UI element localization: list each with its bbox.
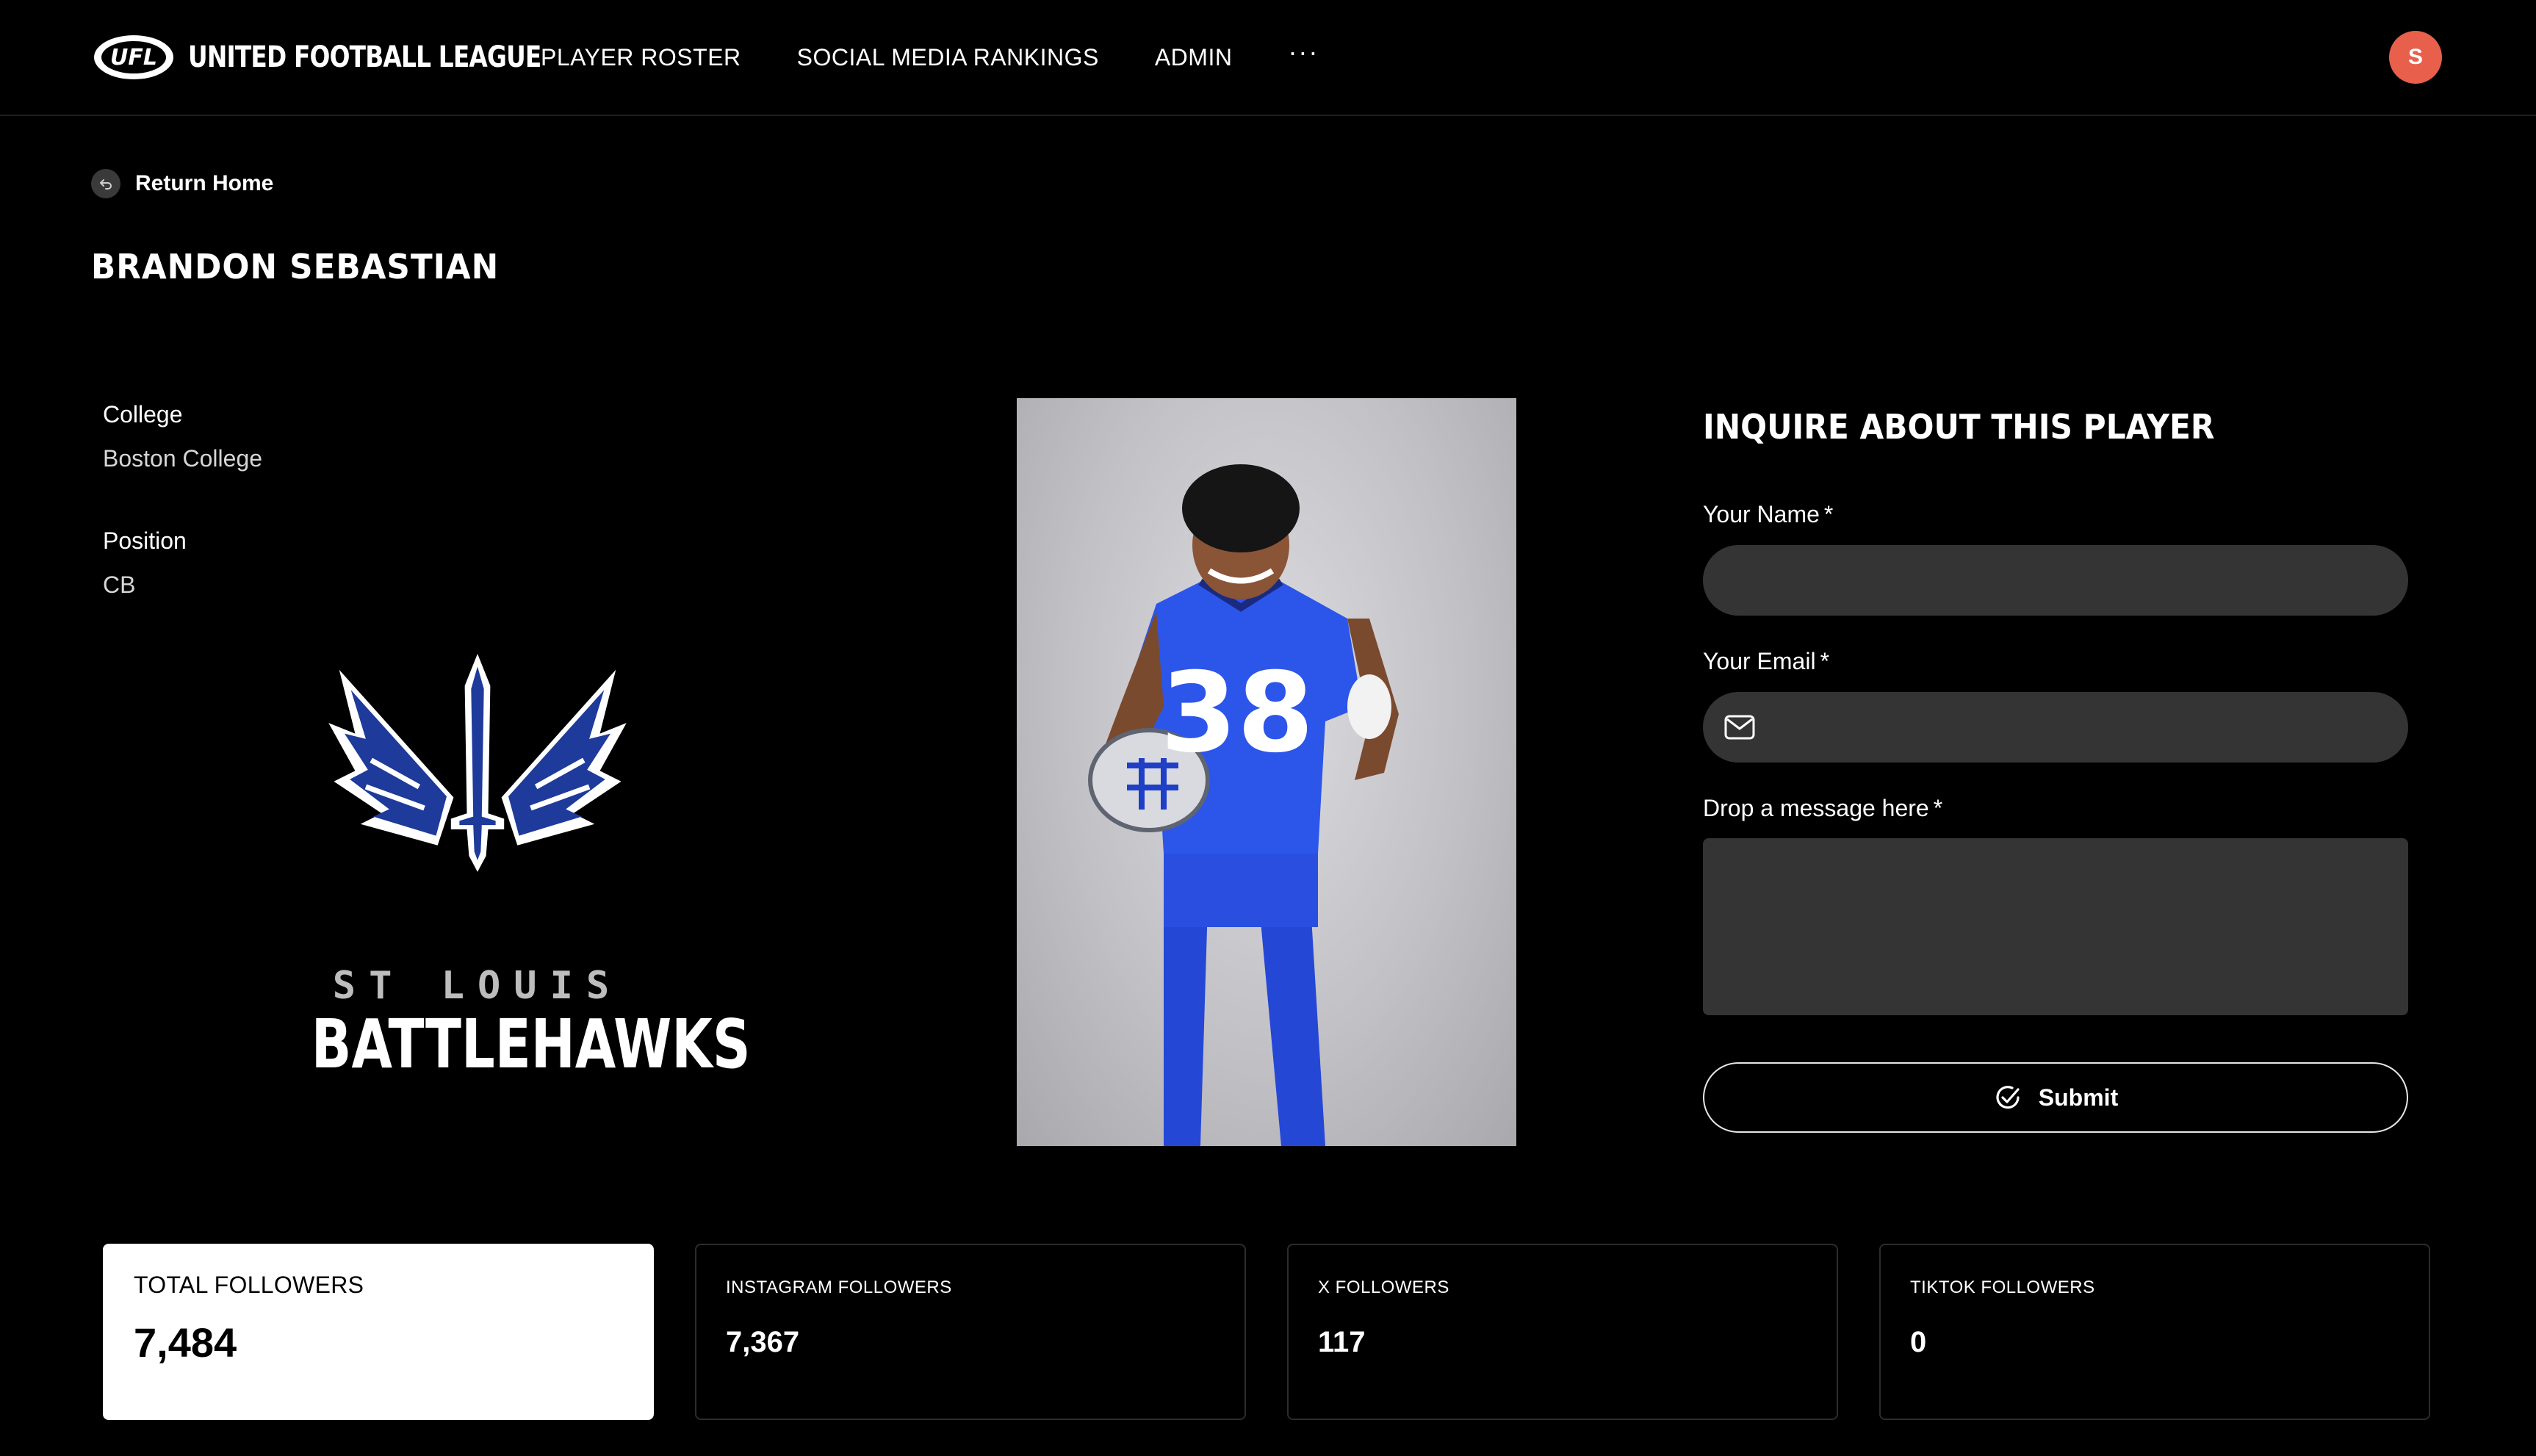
message-label: Drop a message here * <box>1703 795 1943 821</box>
tiktok-followers-card: TIKTOK FOLLOWERS 0 <box>1879 1244 2430 1420</box>
college-value: Boston College <box>103 445 263 472</box>
required-marker: * <box>1933 795 1943 821</box>
left-wing-shape <box>328 669 454 846</box>
stat-value: 7,367 <box>726 1326 800 1358</box>
email-input[interactable] <box>1703 692 2408 763</box>
return-arrow-icon <box>91 169 120 198</box>
position-value: CB <box>103 572 136 598</box>
jersey-number: 38 <box>1161 649 1314 777</box>
instagram-followers-card: INSTAGRAM FOLLOWERS 7,367 <box>695 1244 1246 1420</box>
nav-link-admin[interactable]: ADMIN <box>1155 44 1233 71</box>
user-avatar[interactable]: S <box>2389 31 2442 84</box>
stat-label: X FOLLOWERS <box>1318 1277 1449 1297</box>
required-marker: * <box>1823 501 1834 527</box>
top-nav: UFL UNITED FOOTBALL LEAGUE PLAYER ROSTER… <box>0 0 2536 116</box>
stat-label: INSTAGRAM FOLLOWERS <box>726 1277 952 1297</box>
form-title: INQUIRE ABOUT THIS PLAYER <box>1703 407 2215 447</box>
stat-label: TIKTOK FOLLOWERS <box>1910 1277 2095 1297</box>
player-name: BRANDON SEBASTIAN <box>91 247 500 286</box>
brand-name: UNITED FOOTBALL LEAGUE <box>188 40 541 74</box>
name-input[interactable] <box>1703 545 2408 616</box>
ufl-logo[interactable]: UFL UNITED FOOTBALL LEAGUE <box>91 29 619 85</box>
stat-value: 7,484 <box>134 1319 237 1366</box>
stat-value: 117 <box>1318 1326 1366 1358</box>
total-followers-card: TOTAL FOLLOWERS 7,484 <box>103 1244 654 1420</box>
x-followers-card: X FOLLOWERS 117 <box>1287 1244 1838 1420</box>
right-wing-shape <box>501 669 627 846</box>
position-label: Position <box>103 527 187 554</box>
submit-label: Submit <box>2038 1084 2119 1111</box>
more-options-icon[interactable]: ··· <box>1288 39 1319 65</box>
player-figure: 38 <box>1088 464 1399 1146</box>
nav-links: PLAYER ROSTER SOCIAL MEDIA RANKINGS ADMI… <box>541 38 1319 76</box>
email-label: Your Email * <box>1703 648 1830 674</box>
return-home-link[interactable]: Return Home <box>91 169 273 198</box>
college-label: College <box>103 401 183 428</box>
nav-link-social-media-rankings[interactable]: SOCIAL MEDIA RANKINGS <box>797 44 1099 71</box>
battlehawks-logo <box>328 654 627 872</box>
check-circle-icon <box>1996 1086 2020 1109</box>
required-marker: * <box>1820 648 1830 674</box>
name-label: Your Name * <box>1703 501 1834 527</box>
stat-value: 0 <box>1910 1326 1927 1358</box>
mail-icon <box>1724 715 1755 740</box>
stat-label: TOTAL FOLLOWERS <box>134 1272 364 1298</box>
player-photo: 38 <box>1017 398 1516 1146</box>
team-name: BATTLEHAWKS <box>311 1005 751 1084</box>
nav-link-player-roster[interactable]: PLAYER ROSTER <box>541 44 741 71</box>
return-home-label: Return Home <box>135 171 274 195</box>
sword-shape <box>450 654 505 872</box>
ufl-mark-text: UFL <box>110 45 157 71</box>
ufl-football-icon: UFL <box>94 35 173 79</box>
team-city: ST LOUIS <box>332 964 623 1008</box>
message-textarea[interactable] <box>1703 838 2408 1015</box>
submit-button[interactable]: Submit <box>1703 1062 2408 1133</box>
